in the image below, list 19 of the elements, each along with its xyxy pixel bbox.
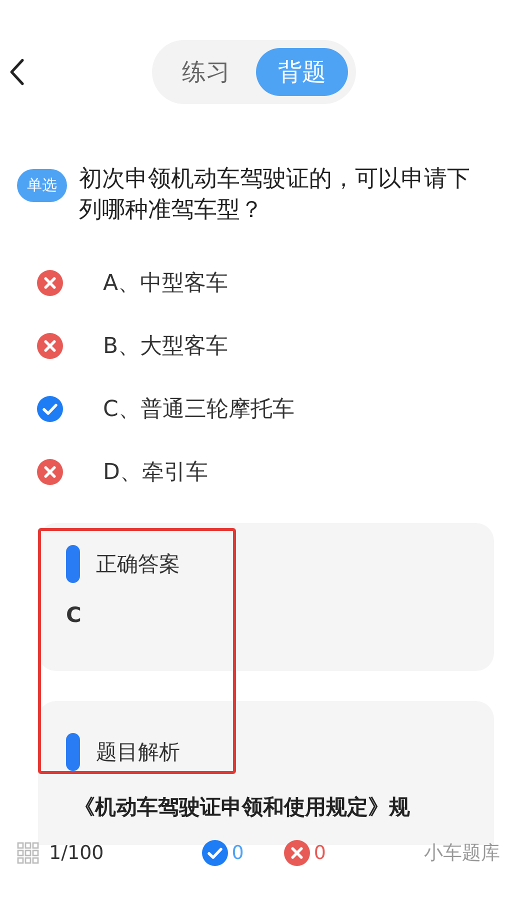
section-marker: [66, 545, 80, 583]
mode-tab[interactable]: 练习: [160, 48, 252, 96]
wrong-count: 0: [314, 842, 326, 864]
question-type-badge: 单选: [17, 169, 67, 202]
section-title: 题目解析: [96, 739, 180, 766]
option-text[interactable]: D、牵引车: [103, 457, 208, 487]
option-text[interactable]: A、中型客车: [103, 268, 228, 298]
progress-count: 1/100: [49, 842, 104, 864]
mode-switch[interactable]: 练习 背题: [152, 40, 356, 104]
option-text[interactable]: C、普通三轮摩托车: [103, 394, 294, 424]
question-text: 初次申领机动车驾驶证的，可以申请下列哪种准驾车型？: [79, 165, 471, 225]
explanation-text: 《机动车驾驶证申领和使用规定》规: [74, 794, 411, 821]
question-bank-label: 小车题库: [424, 841, 500, 866]
answer-value: C: [66, 603, 82, 627]
option-text[interactable]: B、大型客车: [103, 331, 228, 361]
section-marker: [66, 733, 80, 771]
section-title: 正确答案: [96, 551, 180, 578]
back-icon[interactable]: [8, 57, 26, 87]
correct-count: 0: [232, 842, 244, 864]
